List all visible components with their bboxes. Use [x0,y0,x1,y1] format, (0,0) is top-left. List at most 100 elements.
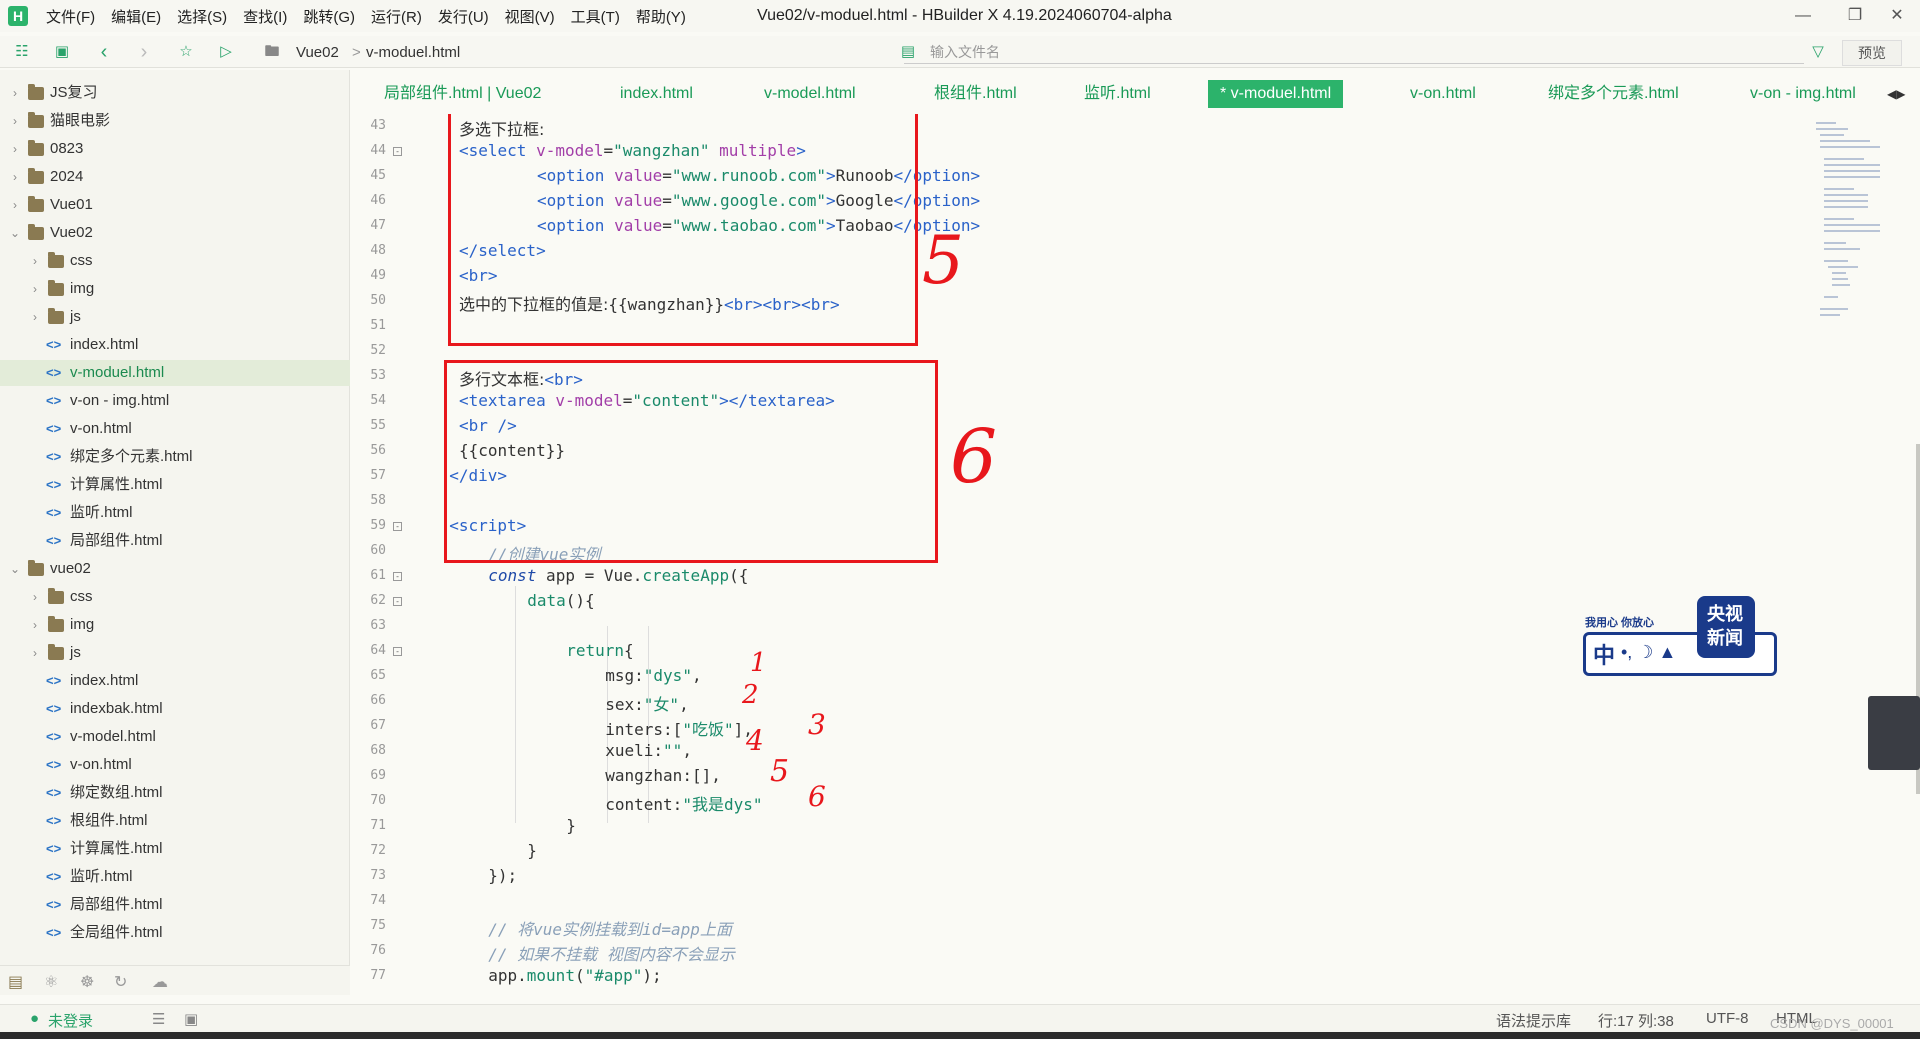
line-number: 76 [370,943,386,958]
save-icon[interactable]: ▣ [52,42,72,62]
tree-file[interactable]: <> indexbak.html [0,696,350,722]
tree-file[interactable]: <> 全局组件.html [0,920,350,946]
fold-toggle-icon[interactable]: - [393,572,402,581]
tab-root-component[interactable]: 根组件.html [934,80,1017,108]
file-search-input[interactable]: 输入文件名 [904,42,1804,64]
fold-toggle-icon[interactable]: - [393,522,402,531]
tree-folder[interactable]: › img [0,612,350,638]
tab-watch[interactable]: 监听.html [1084,80,1151,108]
tree-file[interactable]: <> v-on - img.html [0,388,350,414]
tree-file[interactable]: <> v-moduel.html [0,360,350,386]
syntax-library[interactable]: 语法提示库 [1496,1010,1571,1031]
tab-v-on-img[interactable]: v-on - img.html [1750,80,1856,108]
maximize-icon[interactable]: ❐ [1832,4,1878,28]
tree-file[interactable]: <> 局部组件.html [0,892,350,918]
chevron-right-icon[interactable]: › [28,640,42,666]
code-editor[interactable]: 43 多选下拉框: 44- <select v-model="wangzhan" mu… [358,114,1808,1002]
tree-file[interactable]: <> 绑定多个元素.html [0,444,350,470]
chevron-right-icon[interactable]: › [8,192,22,218]
tree-folder[interactable]: › 0823 [0,136,350,162]
menu-file[interactable]: 文件(F) [46,6,95,27]
menu-run[interactable]: 运行(R) [371,6,422,27]
chevron-right-icon[interactable]: › [8,136,22,162]
tree-folder[interactable]: › JS复习 [0,80,350,106]
tab-local-component-vue02[interactable]: 局部组件.html | Vue02 [384,80,541,108]
tree-folder[interactable]: › css [0,584,350,610]
minimap[interactable] [1810,114,1920,1002]
tab-v-on[interactable]: v-on.html [1410,80,1476,108]
tab-v-model[interactable]: v-model.html [764,80,856,108]
tree-folder[interactable]: ⌄ Vue02 [0,220,350,246]
plugin-icon[interactable]: ⚛ [44,972,58,992]
tree-folder[interactable]: › 2024 [0,164,350,190]
tree-folder[interactable]: ⌄ vue02 [0,556,350,582]
tab-bind-multiple[interactable]: 绑定多个元素.html [1548,80,1679,108]
favorite-icon[interactable]: ☆ [176,42,196,62]
terminal-icon[interactable]: ▣ [184,1010,198,1028]
cloud-icon[interactable]: ☁ [152,972,168,992]
chevron-right-icon[interactable]: › [8,80,22,106]
tree-file[interactable]: <> 局部组件.html [0,528,350,554]
tree-file[interactable]: <> v-model.html [0,724,350,750]
tree-file[interactable]: <> v-on.html [0,416,350,442]
tree-file[interactable]: <> index.html [0,668,350,694]
fold-toggle-icon[interactable]: - [393,647,402,656]
user-icon[interactable]: ● [30,1010,39,1027]
tab-scroll-arrows-icon[interactable]: ◀▶ [1887,80,1905,108]
breadcrumb-file[interactable]: v-moduel.html [366,44,460,61]
encoding[interactable]: UTF-8 [1706,1010,1749,1027]
tree-folder[interactable]: › js [0,640,350,666]
chevron-right-icon[interactable]: › [28,248,42,274]
tree-file[interactable]: <> v-on.html [0,752,350,778]
chevron-right-icon[interactable]: › [28,612,42,638]
run-icon[interactable]: ▷ [216,42,236,62]
watermark-brand-top: 央视 [1707,604,1743,624]
menu-select[interactable]: 选择(S) [177,6,227,27]
chevron-right-icon[interactable]: › [28,276,42,302]
menu-publish[interactable]: 发行(U) [438,6,489,27]
tree-file[interactable]: <> 根组件.html [0,808,350,834]
chevron-down-icon[interactable]: ⌄ [8,556,22,582]
minimize-icon[interactable]: — [1780,4,1826,28]
forward-icon[interactable]: › [134,42,154,62]
menu-find[interactable]: 查找(I) [243,6,287,27]
tree-file[interactable]: <> 计算属性.html [0,472,350,498]
tree-file[interactable]: <> 计算属性.html [0,836,350,862]
tree-file[interactable]: <> index.html [0,332,350,358]
new-file-icon[interactable]: ☷ [12,42,32,62]
tree-file[interactable]: <> 监听.html [0,500,350,526]
tree-file[interactable]: <> 绑定数组.html [0,780,350,806]
login-status[interactable]: 未登录 [48,1010,93,1031]
menu-tools[interactable]: 工具(T) [571,6,620,27]
menu-goto[interactable]: 跳转(G) [303,6,355,27]
list-icon[interactable]: ☰ [152,1010,165,1028]
tree-item-label: img [70,280,95,297]
close-icon[interactable]: ✕ [1874,4,1920,28]
tree-folder[interactable]: › 猫眼电影 [0,108,350,134]
breadcrumb-project[interactable]: Vue02 [296,44,339,61]
tab-v-moduel[interactable]: * v-moduel.html [1208,80,1344,108]
preview-button[interactable]: 预览 [1842,40,1902,66]
fold-toggle-icon[interactable]: - [393,147,402,156]
menu-view[interactable]: 视图(V) [505,6,555,27]
chevron-right-icon[interactable]: › [8,108,22,134]
debug-icon[interactable]: ☸ [80,972,94,992]
refresh-icon[interactable]: ↻ [114,972,127,992]
fold-toggle-icon[interactable]: - [393,597,402,606]
tree-file[interactable]: <> 监听.html [0,864,350,890]
tree-folder[interactable]: › img [0,276,350,302]
menu-edit[interactable]: 编辑(E) [111,6,161,27]
chevron-right-icon[interactable]: › [28,304,42,330]
tree-folder[interactable]: › Vue01 [0,192,350,218]
back-icon[interactable]: ‹ [94,42,114,62]
cursor-position[interactable]: 行:17 列:38 [1598,1010,1674,1031]
tree-folder[interactable]: › js [0,304,350,330]
project-icon[interactable]: ▤ [8,972,23,992]
tree-folder[interactable]: › css [0,248,350,274]
filter-icon[interactable]: ▽ [1808,42,1828,62]
tab-index[interactable]: index.html [620,80,693,108]
menu-help[interactable]: 帮助(Y) [636,6,686,27]
chevron-right-icon[interactable]: › [8,164,22,190]
chevron-right-icon[interactable]: › [28,584,42,610]
chevron-down-icon[interactable]: ⌄ [8,220,22,246]
